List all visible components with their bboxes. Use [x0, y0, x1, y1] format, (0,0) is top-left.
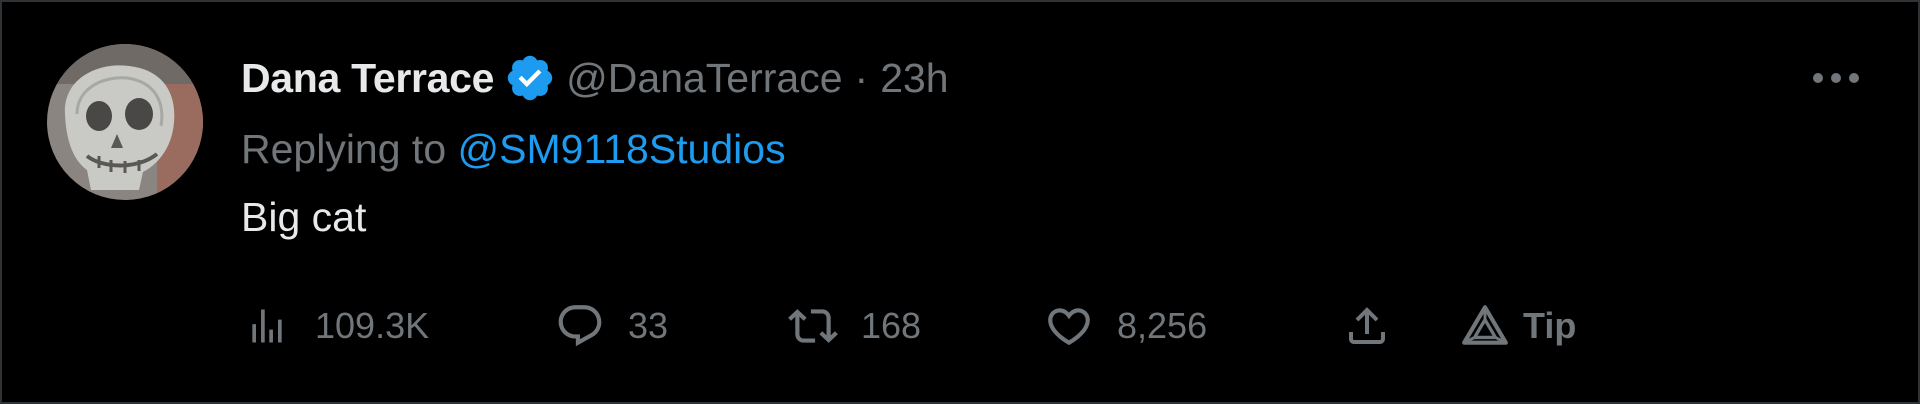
- reply-button[interactable]: 33: [554, 296, 668, 356]
- views-count: 109.3K: [315, 305, 430, 346]
- author-handle[interactable]: @DanaTerrace: [566, 55, 842, 102]
- retweet-count: 168: [861, 305, 922, 346]
- reply-bubble-icon: [554, 300, 606, 352]
- analytics-bars-icon: [241, 300, 293, 352]
- verified-badge-icon[interactable]: [504, 52, 556, 104]
- replying-to-line: Replying to @SM9118Studios: [241, 126, 786, 173]
- tweet-header: Dana Terrace @DanaTerrace · 23h: [241, 50, 949, 106]
- timestamp[interactable]: 23h: [880, 55, 948, 102]
- avatar[interactable]: [47, 44, 203, 200]
- tweet-actions: 109.3K 33 168 8,256 Tip: [241, 296, 1641, 356]
- retweet-icon: [787, 300, 839, 352]
- tip-label: Tip: [1523, 305, 1577, 346]
- replying-to-mention[interactable]: @SM9118Studios: [458, 126, 786, 172]
- more-horizontal-icon[interactable]: [1808, 58, 1864, 98]
- like-button[interactable]: 8,256: [1043, 296, 1207, 356]
- heart-icon: [1043, 300, 1095, 352]
- separator-dot: ·: [854, 54, 869, 101]
- tweet[interactable]: Dana Terrace @DanaTerrace · 23h Replying…: [0, 0, 1920, 404]
- replying-prefix: Replying to: [241, 126, 447, 172]
- views-button[interactable]: 109.3K: [241, 296, 429, 356]
- share-button[interactable]: [1341, 296, 1393, 356]
- like-count: 8,256: [1117, 305, 1208, 346]
- retweet-button[interactable]: 168: [787, 296, 921, 356]
- author-display-name[interactable]: Dana Terrace: [241, 55, 494, 102]
- share-upload-icon: [1341, 300, 1393, 352]
- tip-button[interactable]: Tip: [1459, 296, 1576, 356]
- tip-triangle-icon: [1459, 300, 1511, 352]
- tweet-text: Big cat: [241, 194, 367, 240]
- reply-count: 33: [628, 305, 669, 346]
- skull-drawing-avatar-image: [47, 44, 203, 200]
